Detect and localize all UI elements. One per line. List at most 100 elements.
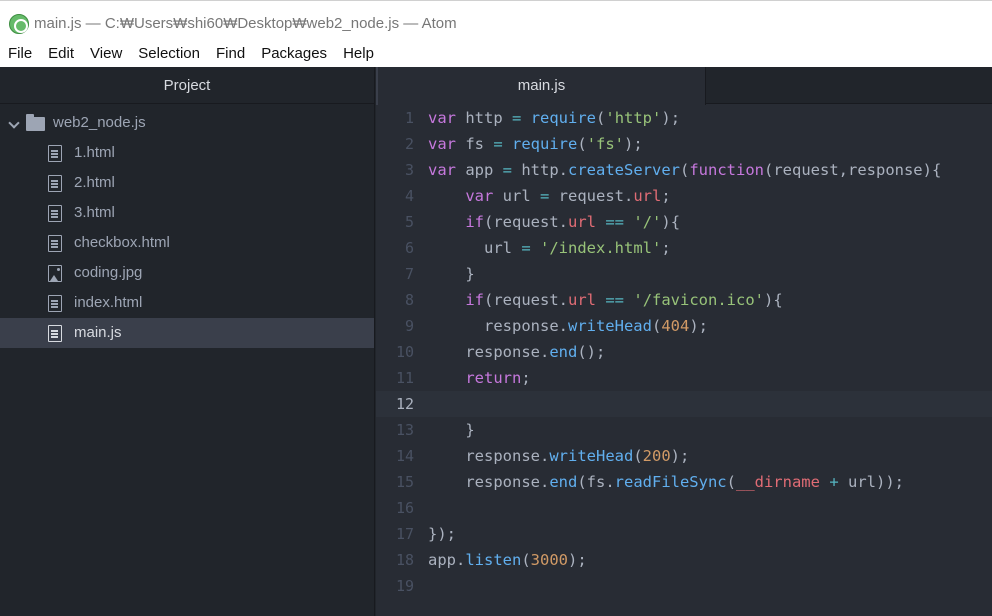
tree-file-item[interactable]: checkbox.html: [0, 228, 374, 258]
code-token: 'fs': [586, 135, 625, 153]
code-token: ;: [661, 239, 671, 257]
code-token: response.: [428, 343, 550, 361]
code-token: (: [680, 161, 690, 179]
code-line[interactable]: 17});: [376, 521, 992, 547]
code-line[interactable]: 5 if(request.url == '/'){: [376, 209, 992, 235]
editor-pane[interactable]: main.js 1 var http = require('http'); 2 var…: [376, 67, 992, 616]
file-text-icon: [48, 145, 62, 162]
atom-icon: [9, 14, 29, 34]
code-line[interactable]: 10 response.end();: [376, 339, 992, 365]
tree-file-item[interactable]: 1.html: [0, 138, 374, 168]
tree-file-item[interactable]: main.js: [0, 318, 374, 348]
tab-main-js[interactable]: main.js: [376, 67, 706, 105]
code-token: readFileSync: [614, 473, 727, 491]
code-token: end: [549, 473, 578, 491]
code-token: writeHead: [567, 317, 652, 335]
code-token: (fs.: [577, 473, 615, 491]
code-token: ;: [521, 369, 531, 387]
code-token: app.: [428, 551, 466, 569]
menu-find[interactable]: Find: [216, 45, 245, 62]
code-token: (: [521, 551, 531, 569]
code-line[interactable]: 7 }: [376, 261, 992, 287]
file-label: 3.html: [74, 204, 115, 221]
code-line[interactable]: 18 app.listen(3000);: [376, 547, 992, 573]
code-line[interactable]: 4 var url = request.url;: [376, 183, 992, 209]
menu-view[interactable]: View: [90, 45, 122, 62]
code-text: var url = request.url;: [428, 183, 671, 209]
file-label: coding.jpg: [74, 264, 143, 281]
menu-help[interactable]: Help: [343, 45, 374, 62]
tree-file-item[interactable]: 2.html: [0, 168, 374, 198]
code-text: }: [428, 261, 474, 287]
menu-edit[interactable]: Edit: [48, 45, 74, 62]
code-token: if: [465, 213, 484, 231]
tree-file-item[interactable]: coding.jpg: [0, 258, 374, 288]
code-token: writeHead: [549, 447, 634, 465]
code-token: http: [456, 109, 512, 127]
code-token: url));: [838, 473, 904, 491]
code-token: });: [428, 525, 456, 543]
code-line[interactable]: 11 return;: [376, 365, 992, 391]
menu-selection[interactable]: Selection: [138, 45, 200, 62]
file-text-icon: [48, 295, 62, 312]
line-number: 15: [395, 473, 414, 491]
folder-label: web2_node.js: [53, 114, 146, 131]
code-token: 200: [642, 447, 671, 465]
code-line[interactable]: 1 var http = require('http');: [376, 105, 992, 131]
code-token: );: [568, 551, 587, 569]
file-text-icon: [48, 235, 62, 252]
file-image-icon: [48, 265, 62, 282]
code-text: response.writeHead(200);: [428, 443, 689, 469]
code-token: ;: [661, 187, 671, 205]
code-token: url: [568, 291, 596, 309]
line-number: 8: [404, 291, 414, 309]
code-token: function: [689, 161, 764, 179]
tree-file-item[interactable]: 3.html: [0, 198, 374, 228]
code-token: (request.: [484, 291, 568, 309]
code-line[interactable]: 8 if(request.url == '/favicon.ico'){: [376, 287, 992, 313]
code-line[interactable]: 9 response.writeHead(404);: [376, 313, 992, 339]
code-line[interactable]: 15 response.end(fs.readFileSync(__dirnam…: [376, 469, 992, 495]
menu-file[interactable]: File: [8, 45, 32, 62]
code-area[interactable]: 1 var http = require('http'); 2 var fs = re…: [376, 105, 992, 616]
code-token: response.: [428, 447, 550, 465]
code-line[interactable]: 3 var app = http.createServer(function(re…: [376, 157, 992, 183]
line-number: 4: [404, 187, 414, 205]
code-line[interactable]: 13 }: [376, 417, 992, 443]
code-token: =: [512, 109, 522, 127]
code-line[interactable]: 6 url = '/index.html';: [376, 235, 992, 261]
code-line[interactable]: 12: [376, 391, 992, 417]
code-token: (: [633, 447, 643, 465]
line-number: 7: [404, 265, 414, 283]
code-token: );: [661, 109, 681, 127]
code-line[interactable]: 19: [376, 573, 992, 599]
line-number: 1: [404, 109, 414, 127]
tree-folder-web2-node[interactable]: web2_node.js: [0, 108, 374, 138]
code-text: var http = require('http');: [428, 105, 680, 131]
code-token: =: [493, 135, 503, 153]
chevron-down-icon[interactable]: [8, 108, 20, 138]
code-token: var: [428, 109, 456, 127]
code-token: http.: [512, 161, 569, 179]
tree-file-item[interactable]: index.html: [0, 288, 374, 318]
code-text: response.end();: [428, 339, 605, 365]
code-token: 404: [661, 317, 690, 335]
code-token: url: [568, 213, 596, 231]
line-number: 2: [404, 135, 414, 153]
code-token: response.: [428, 473, 550, 491]
menu-packages[interactable]: Packages: [261, 45, 327, 62]
line-number: 17: [395, 525, 414, 543]
code-token: (request.: [484, 213, 568, 231]
code-token: ){: [764, 291, 783, 309]
code-token: ();: [577, 343, 606, 361]
code-line[interactable]: 2 var fs = require('fs');: [376, 131, 992, 157]
tab-bar: main.js: [376, 67, 992, 105]
folder-icon: [26, 114, 45, 131]
code-line[interactable]: 14 response.writeHead(200);: [376, 443, 992, 469]
code-line[interactable]: 16: [376, 495, 992, 521]
code-token: __dirname: [735, 473, 820, 491]
